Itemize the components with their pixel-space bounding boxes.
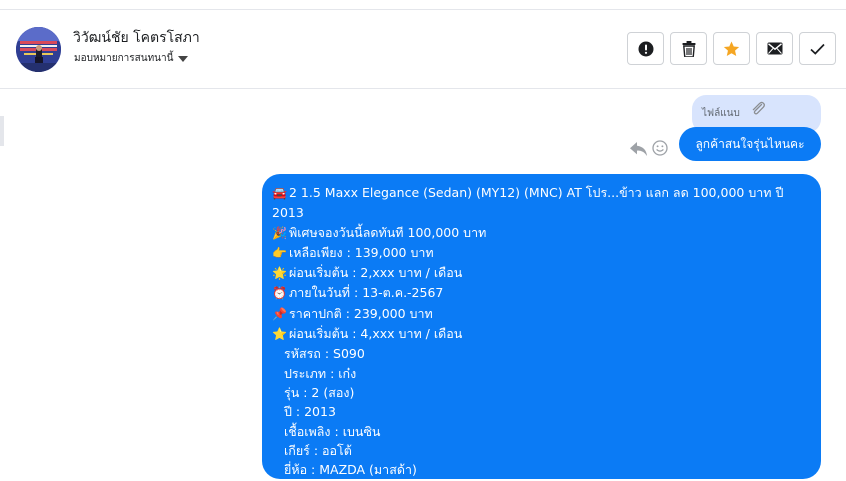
conversation-header: วิวัฒน์ชัย โคตรโสภา มอบหมายการสนทนานี้ (0, 10, 846, 89)
message-line: 🚘 2 1.5 Maxx Elegance (Sedan) (MY12) (MNC… (272, 185, 784, 221)
party-emoji: 🎉 (272, 225, 287, 240)
message-line: 👉 เหลือเพียง : 139,000 บาท (272, 243, 811, 263)
delete-button[interactable] (670, 32, 707, 65)
star-button[interactable] (713, 32, 750, 65)
report-spam-button[interactable] (627, 32, 664, 65)
car-emoji: 🚘 (272, 186, 287, 200)
attachment-label: ไฟล์แนบ (702, 108, 740, 119)
checkmark-icon (810, 43, 825, 55)
detail-line: รหัสรถ : S090 (284, 346, 365, 362)
star-icon (723, 41, 740, 56)
message-line: ⏰ ภายในวันที่ : 13-ต.ค.-2567 (272, 283, 811, 303)
detail-line: ยี่ห้อ : MAZDA (มาสด้า) (284, 462, 417, 478)
exclamation-circle-icon (638, 41, 653, 56)
trash-icon (682, 40, 695, 57)
detail-line: เชื้อเพลิง : เบนซิน (284, 423, 381, 439)
emoji-reaction-icon[interactable] (652, 140, 668, 156)
message-line: 🎉 พิเศษจองวันนี้ลดทันที 100,000 บาท (272, 223, 811, 243)
detail-line: เกียร์ : ออโต้ (284, 442, 352, 458)
message-bubble-question[interactable]: ลูกค้าสนใจรุ่นไหนคะ (679, 127, 821, 161)
detail-line: ประเภท : เก๋ง (284, 365, 357, 381)
detail-line: รุ่น : 2 (สอง) (284, 384, 355, 400)
message-line: ⭐ ผ่อนเริ่มต้น : 4,xxx บาท / เดือน (272, 324, 811, 344)
alarm-clock-emoji: ⏰ (272, 286, 287, 301)
left-panel-edge (0, 116, 4, 146)
contact-name: วิวัฒน์ชัย โคตรโสภา (73, 30, 200, 46)
mark-done-button[interactable] (799, 32, 836, 65)
assign-label: มอบหมายการสนทนานี้ (74, 53, 174, 64)
star-emoji: ⭐ (272, 327, 287, 342)
detail-line: ปี : 2013 (284, 404, 336, 420)
message-line: 🌟 ผ่อนเริ่มต้น : 2,xxx บาท / เดือน (272, 263, 811, 283)
message-line: 📌 ราคาปกติ : 239,000 บาท (272, 304, 811, 324)
paperclip-icon (752, 101, 765, 115)
message-bubble-car-offer[interactable]: 🚘 2 1.5 Maxx Elegance (Sedan) (MY12) (MNC… (262, 174, 821, 479)
pointing-hand-emoji: 👉 (272, 245, 287, 260)
contact-avatar[interactable] (16, 27, 61, 72)
pushpin-emoji: 📌 (272, 306, 287, 321)
caret-down-icon (178, 55, 189, 62)
header-actions (627, 32, 836, 65)
envelope-icon (767, 42, 782, 55)
reply-icon[interactable] (629, 140, 648, 157)
assign-conversation-dropdown[interactable]: มอบหมายการสนทนานี้ (74, 51, 189, 66)
mark-unread-button[interactable] (756, 32, 793, 65)
sun-emoji: 🌟 (272, 266, 287, 281)
